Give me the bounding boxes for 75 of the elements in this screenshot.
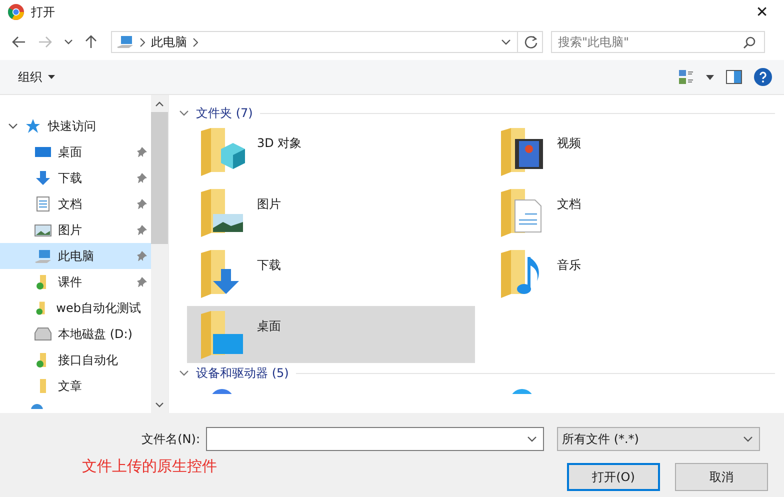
computer-icon [34,248,52,264]
sidebar-item[interactable]: 此电脑 [0,243,151,269]
up-arrow-icon[interactable] [85,35,97,49]
file-type-dropdown[interactable]: 所有文件 (*.*) [557,427,760,451]
folder-tile[interactable]: 3D 对象 [187,123,475,184]
breadcrumb-item[interactable]: 此电脑 [151,34,187,50]
quick-access-item[interactable]: 快速访问 [0,113,151,139]
download-icon [34,170,52,186]
sidebar-item[interactable]: 下载 [0,165,151,191]
folder-tile[interactable]: 视频 [487,123,775,184]
folder-tile[interactable]: 文档 [487,184,775,245]
sidebar-item[interactable]: 课件 [0,269,151,295]
pin-icon[interactable] [137,199,147,209]
back-arrow-icon[interactable] [12,36,26,48]
drive-icon [34,326,52,342]
close-button[interactable]: ✕ [740,0,784,24]
group-header[interactable]: 文件夹 (7) [196,104,253,122]
folder-tile[interactable]: 图片 [187,184,475,245]
folder-cube-icon [199,127,247,177]
chevron-icon[interactable] [179,370,189,376]
cancel-button[interactable]: 取消 [675,463,768,491]
sidebar-item[interactable]: web自动化测试 [0,295,151,321]
scrollbar[interactable] [151,95,168,413]
document-icon [34,196,52,212]
search-icon [743,36,756,49]
folder-tile[interactable]: 音乐 [487,245,775,306]
pin-icon[interactable] [137,277,147,287]
pin-icon[interactable] [137,251,147,261]
pin-icon[interactable] [137,225,147,235]
dropdown-triangle-icon [48,75,55,80]
open-button[interactable]: 打开(O) [567,463,660,491]
dropdown-triangle-icon[interactable] [706,74,714,80]
dropdown-chevron-icon [743,436,753,442]
dropdown-chevron-icon[interactable] [501,39,511,45]
folder-name: 音乐 [557,257,581,274]
dropdown-chevron-icon[interactable] [527,436,537,442]
chevron-down-icon[interactable] [64,39,73,45]
group-header[interactable]: 设备和驱动器 (5) [196,364,289,382]
pin-icon[interactable] [137,173,147,183]
sidebar-item[interactable]: 文档 [0,191,151,217]
preview-pane-icon[interactable] [726,70,742,84]
breadcrumb-chevron-icon[interactable] [193,38,198,46]
chevron-icon[interactable] [179,110,189,116]
help-icon[interactable] [754,68,772,86]
computer-icon [116,35,134,49]
sidebar-item[interactable]: 桌面 [0,139,151,165]
search-field[interactable]: 搜索"此电脑" [551,31,765,53]
window-title: 打开 [31,4,55,20]
folder-tile[interactable]: 下载 [187,245,475,306]
folder-name: 视频 [557,135,581,152]
chevron-icon[interactable] [8,123,18,129]
network-icon [30,403,44,409]
folder-tile[interactable]: 桌面 [187,306,475,363]
file-name-label: 文件名(N): [140,430,201,448]
address-bar[interactable]: 此电脑 [111,31,543,53]
file-name-field[interactable] [206,427,544,451]
desktop-icon [34,144,52,160]
sidebar-item[interactable]: 图片 [0,217,151,243]
folder-name: 文档 [557,196,581,213]
organize-menu[interactable]: 组织 [12,66,61,88]
folder-name: 下载 [257,257,281,274]
pin-icon[interactable] [137,147,147,157]
star-icon [26,119,40,133]
refresh-icon[interactable] [524,35,538,49]
folder-name: 图片 [257,196,281,213]
folder-name: 3D 对象 [257,135,302,152]
breadcrumb-chevron-icon [140,38,145,46]
sidebar-item[interactable]: 接口自动化 [0,347,151,373]
picture-icon [34,222,52,238]
sidebar-item[interactable]: 文章 [0,373,151,399]
view-options-icon[interactable] [678,69,694,85]
browser-logo-icon [8,4,24,20]
annotation-text: 文件上传的原生控件 [82,457,217,476]
sidebar-item[interactable]: 本地磁盘 (D:) [0,321,151,347]
folder-name: 桌面 [257,318,281,335]
